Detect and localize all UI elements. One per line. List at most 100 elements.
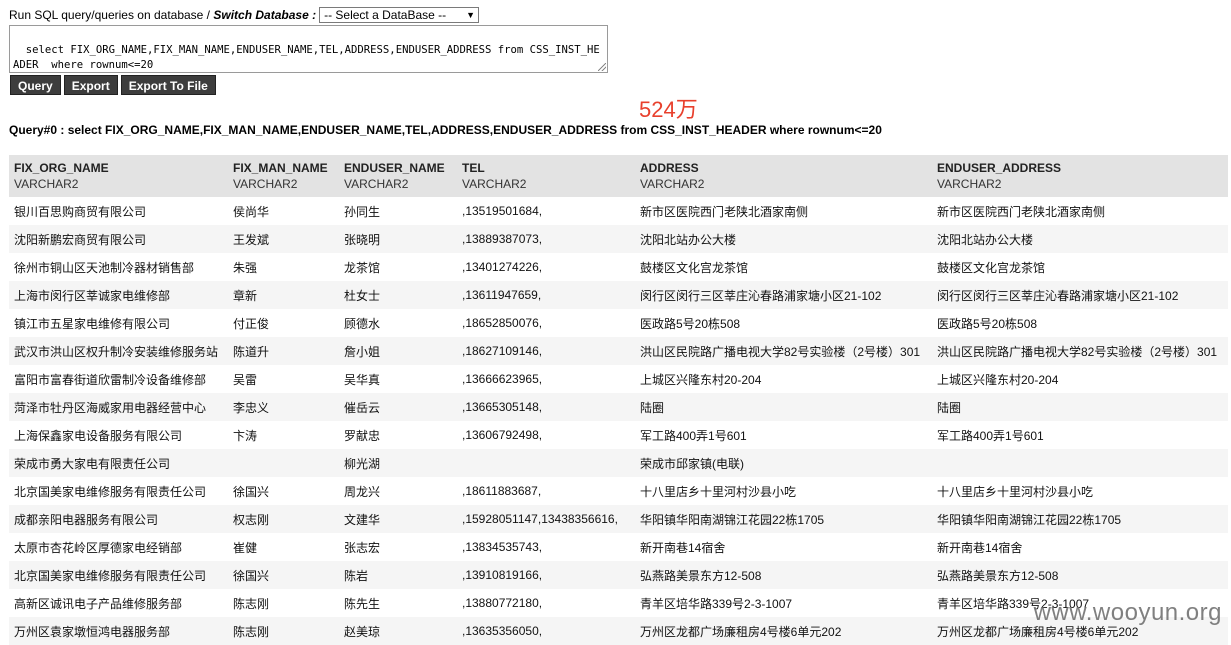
- table-cell: 沈阳北站办公大楼: [932, 225, 1228, 253]
- table-cell: 徐国兴: [233, 484, 270, 499]
- table-cell: [932, 449, 1228, 477]
- table-cell: 孙同生: [344, 204, 381, 219]
- table-cell: 军工路400弄1号601: [937, 428, 1044, 443]
- table-row: 上海市闵行区莘诚家电维修部 章新 杜女士 ,13611947659, 闵行区闵行三区莘庄…: [9, 281, 1228, 309]
- table-cell: 沈阳新鹏宏商贸有限公司: [9, 225, 228, 253]
- table-cell: 新开南巷14宿舍: [640, 540, 726, 555]
- table-cell: 华阳镇华阳南湖锦江花园22栋1705: [932, 505, 1228, 533]
- table-cell: 文建华: [339, 505, 457, 533]
- table-cell: 弘燕路美景东方12-508: [932, 561, 1228, 589]
- export-button[interactable]: Export: [63, 75, 118, 95]
- table-cell: ,13910819166,: [457, 561, 635, 589]
- database-select[interactable]: -- Select a DataBase -- ▼: [319, 7, 480, 23]
- table-cell: 成都亲阳电器服务有限公司: [9, 505, 228, 533]
- table-cell: [457, 449, 635, 477]
- table-cell: 权志刚: [228, 505, 339, 533]
- table-cell: ,13401274226,: [462, 260, 543, 274]
- table-cell: 侯尚华: [233, 204, 270, 219]
- table-cell: 陈岩: [339, 561, 457, 589]
- table-cell: 陈道升: [228, 337, 339, 365]
- table-cell: 太原市杏花岭区厚德家电经销部: [14, 540, 183, 555]
- table-cell: ,13665305148,: [457, 393, 635, 421]
- table-cell: 徐州市铜山区天池制冷器材销售部: [14, 260, 195, 275]
- table-cell: ,13606792498,: [462, 428, 543, 442]
- table-cell: 十八里店乡十里河村沙县小吃: [640, 484, 797, 499]
- table-cell: 詹小姐: [339, 337, 457, 365]
- table-cell: 高新区诚讯电子产品维修服务部: [14, 596, 183, 611]
- table-cell: 洪山区民院路广播电视大学82号实验楼（2号楼）301: [635, 337, 932, 365]
- table-cell: 医政路5号20栋508: [640, 316, 741, 331]
- export-to-file-button[interactable]: Export To File: [120, 75, 216, 95]
- table-row: 富阳市富春街道欣雷制冷设备维修部 吴雷 吴华真 ,13666623965, 上城区兴隆东…: [9, 365, 1228, 393]
- table-cell: 柳光湖: [339, 449, 457, 477]
- table-row: 沈阳新鹏宏商贸有限公司 王发斌 张晓明 ,13889387073, 沈阳北站办公大楼 沈阳…: [9, 225, 1228, 253]
- table-cell: 镇江市五星家电维修有限公司: [14, 316, 171, 331]
- table-cell: 上海市闵行区莘诚家电维修部: [9, 281, 228, 309]
- table-cell: 王发斌: [228, 225, 339, 253]
- table-cell: 上城区兴隆东村20-204: [640, 372, 762, 387]
- resize-grip-icon[interactable]: [598, 63, 606, 71]
- table-cell: 万州区龙都广场廉租房4号楼6单元202: [635, 617, 932, 645]
- column-header: FIX_ORG_NAME VARCHAR2: [9, 155, 228, 197]
- table-cell: 弘燕路美景东方12-508: [635, 561, 932, 589]
- sql-query-text: select FIX_ORG_NAME,FIX_MAN_NAME,ENDUSER…: [13, 44, 600, 71]
- action-buttons: Query Export Export To File: [10, 75, 216, 95]
- table-cell: 闵行区闵行三区莘庄沁春路浦家塘小区21-102: [932, 281, 1228, 309]
- table-cell: 陈先生: [344, 596, 381, 611]
- table-cell: 鼓楼区文化宫龙茶馆: [937, 260, 1046, 275]
- table-cell: 菏泽市牡丹区海威家用电器经营中心: [9, 393, 228, 421]
- column-header: TEL VARCHAR2: [457, 155, 635, 197]
- table-cell: ,18611883687,: [462, 484, 542, 498]
- table-cell: 荣成市邱家镇(电联): [635, 449, 932, 477]
- run-sql-label: Run SQL query/queries on database / Swit…: [9, 8, 317, 22]
- table-cell: 万州区袁家墩恒鸿电器服务部: [9, 617, 228, 645]
- table-cell: 龙茶馆: [344, 260, 381, 275]
- table-cell: 徐国兴: [228, 561, 339, 589]
- switch-database-label: Switch Database :: [213, 8, 317, 22]
- table-cell: 卞涛: [233, 428, 258, 443]
- table-cell: 陈志刚: [228, 617, 339, 645]
- table-cell: 荣成市勇大家电有限责任公司: [9, 449, 228, 477]
- table-cell: 崔健: [233, 540, 258, 555]
- table-cell: 赵美琼: [339, 617, 457, 645]
- table-cell: ,13519501684,: [462, 204, 543, 218]
- table-cell: 顾德水: [344, 316, 381, 331]
- watermark-text: www.wooyun.org: [1033, 599, 1222, 626]
- table-cell: 华阳镇华阳南湖锦江花园22栋1705: [635, 505, 932, 533]
- table-cell: 军工路400弄1号601: [640, 428, 747, 443]
- table-cell: 陆圈: [932, 393, 1228, 421]
- table-cell: ,13880772180,: [462, 596, 543, 610]
- table-cell: 罗献忠: [344, 428, 381, 443]
- table-row: 北京国美家电维修服务有限责任公司 徐国兴 陈岩 ,13910819166, 弘燕路美景东…: [9, 561, 1228, 589]
- table-cell: 鼓楼区文化宫龙茶馆: [640, 260, 749, 275]
- table-cell: ,15928051147,13438356616,: [457, 505, 635, 533]
- table-row: 武汉市洪山区权升制冷安装维修服务站 陈道升 詹小姐 ,18627109146, 洪山区民…: [9, 337, 1228, 365]
- sql-query-textarea[interactable]: select FIX_ORG_NAME,FIX_MAN_NAME,ENDUSER…: [9, 25, 608, 73]
- table-cell: 上城区兴隆东村20-204: [937, 372, 1059, 387]
- results-table: FIX_ORG_NAME VARCHAR2 FIX_MAN_NAME VARCHAR…: [9, 155, 1228, 645]
- table-cell: 朱强: [233, 260, 258, 275]
- table-cell: 医政路5号20栋508: [937, 316, 1038, 331]
- table-cell: 杜女士: [339, 281, 457, 309]
- record-count-annotation: 524万: [639, 97, 698, 122]
- table-cell: 催岳云: [339, 393, 457, 421]
- table-cell: ,13635356050,: [457, 617, 635, 645]
- table-row: 菏泽市牡丹区海威家用电器经营中心 李忠义 催岳云 ,13665305148, 陆圈 陆圈: [9, 393, 1228, 421]
- table-cell: ,18627109146,: [457, 337, 635, 365]
- column-header: ENDUSER_ADDRESS VARCHAR2: [932, 155, 1228, 197]
- table-row: 银川百思购商贸有限公司 侯尚华 孙同生 ,13519501684, 新市区医院西门老陕北…: [9, 197, 1228, 225]
- table-cell: 上海保鑫家电设备服务有限公司: [14, 428, 183, 443]
- table-cell: 陆圈: [635, 393, 932, 421]
- column-header: ADDRESS VARCHAR2: [635, 155, 932, 197]
- column-header: ENDUSER_NAME VARCHAR2: [339, 155, 457, 197]
- table-cell: 武汉市洪山区权升制冷安装维修服务站: [9, 337, 228, 365]
- table-cell: ,18652850076,: [462, 316, 543, 330]
- query-button[interactable]: Query: [10, 75, 61, 95]
- table-cell: 张志宏: [344, 540, 381, 555]
- table-cell: 新市区医院西门老陕北酒家南侧: [640, 204, 809, 219]
- table-cell: 吴雷: [233, 372, 258, 387]
- table-cell: 闵行区闵行三区莘庄沁春路浦家塘小区21-102: [635, 281, 932, 309]
- table-cell: 张晓明: [339, 225, 457, 253]
- table-cell: 付正俊: [233, 316, 270, 331]
- table-cell: 周龙兴: [344, 484, 381, 499]
